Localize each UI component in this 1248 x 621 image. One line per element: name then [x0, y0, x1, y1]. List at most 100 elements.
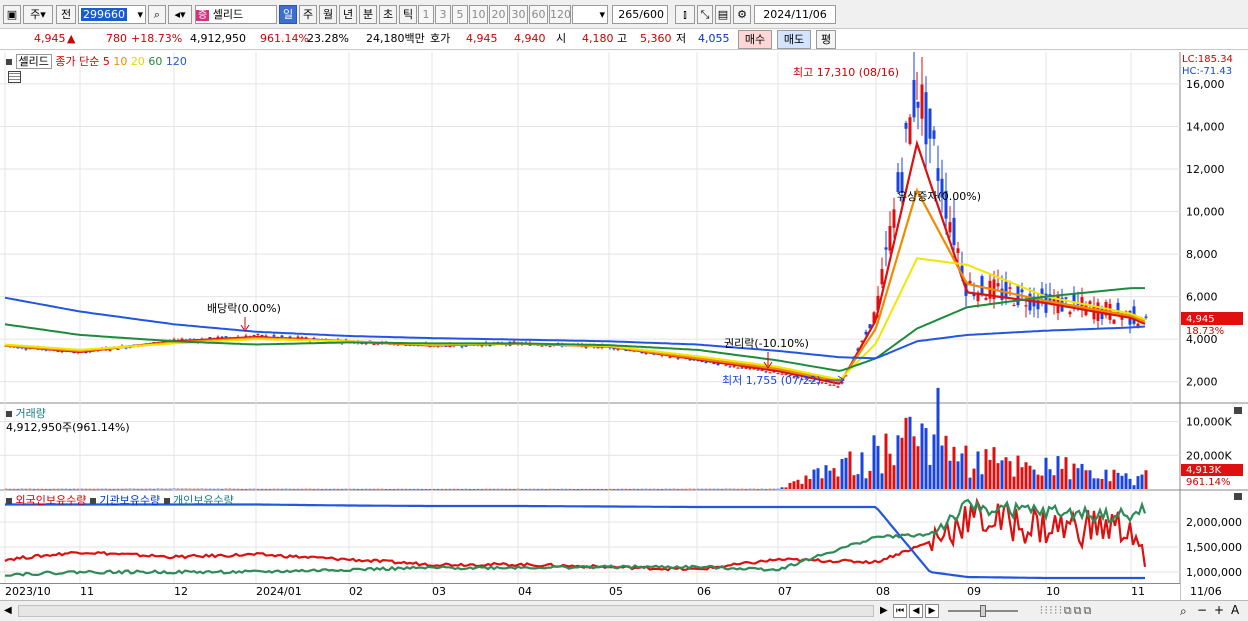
next-page-icon[interactable]: ▶ [925, 604, 939, 618]
volume-bar [636, 488, 640, 490]
count-input[interactable]: 265/600 [612, 5, 668, 24]
candle-body [892, 209, 896, 228]
volume-bar [656, 488, 660, 490]
volume-bar [952, 446, 956, 489]
volume-bar [188, 488, 192, 490]
minute-button-60[interactable]: 60 [529, 5, 548, 24]
volume-bar [1144, 470, 1148, 489]
holding-panel-close-icon[interactable] [1234, 493, 1242, 500]
toolbar-icons-group[interactable]: ⫶⫶⫶⫶⫶⧉⧉⧉ [1040, 604, 1093, 618]
prev-button[interactable]: 전 [56, 5, 76, 24]
volume-bar [60, 488, 64, 490]
candle-body [756, 369, 760, 371]
sound-icon[interactable]: ◂▾ [168, 5, 192, 24]
volume-bar [540, 488, 544, 490]
volume-bar [524, 488, 528, 490]
candle-body [824, 383, 828, 385]
candle-body [704, 361, 708, 363]
volume-bar [744, 488, 748, 490]
volume-bar [484, 488, 488, 490]
period-tab-4[interactable]: 분 [359, 5, 377, 24]
period-tab-3[interactable]: 년 [339, 5, 357, 24]
candle-body [884, 247, 888, 250]
volume-bar [764, 488, 768, 490]
period-tab-6[interactable]: 틱 [399, 5, 417, 24]
chart-canvas[interactable]: 2,0004,0006,0008,00010,00012,00014,00016… [0, 52, 1248, 600]
chart-type-icon[interactable]: ⫾ [675, 5, 695, 24]
volume-bar [808, 479, 812, 489]
candle-body [832, 384, 836, 386]
minute-button-120[interactable]: 120 [549, 5, 571, 24]
zoom-slider-thumb[interactable] [980, 605, 986, 617]
window-icon[interactable]: ▣ [3, 5, 21, 24]
volume-bar [448, 488, 452, 490]
scroll-right-icon[interactable]: ▶ [880, 605, 888, 616]
volume-bar [380, 488, 384, 490]
minute-button-10[interactable]: 10 [469, 5, 488, 24]
candle-body [288, 336, 292, 338]
volume-bar [1004, 457, 1008, 489]
volume-bar [892, 465, 896, 489]
dropdown-arrow-icon[interactable]: ▾ [137, 6, 143, 23]
legend-box-icon [6, 411, 12, 417]
period-tab-2[interactable]: 월 [319, 5, 337, 24]
period-tab-0[interactable]: 일 [279, 5, 297, 24]
minute-button-3[interactable]: 3 [435, 5, 451, 24]
volume-bar [308, 488, 312, 490]
draw-tool-icon[interactable]: ⤡ [697, 5, 713, 24]
save-icon[interactable]: ▤ [715, 5, 731, 24]
stock-code-input[interactable]: 299660 ▾ [78, 5, 146, 24]
minute-button-20[interactable]: 20 [489, 5, 508, 24]
volume-bar [800, 483, 804, 489]
volume-bar [884, 433, 888, 489]
legend-box-icon[interactable] [6, 59, 12, 65]
minute-button-30[interactable]: 30 [509, 5, 528, 24]
volume-panel-close-icon[interactable] [1234, 407, 1242, 414]
date-input[interactable]: 2024/11/06 [754, 5, 836, 24]
candle-body [880, 269, 884, 285]
period-tab-1[interactable]: 주 [299, 5, 317, 24]
period-tab-5[interactable]: 초 [379, 5, 397, 24]
zoom-icon[interactable]: ⌕ [1180, 604, 1187, 619]
market-select[interactable]: 주▾ [23, 5, 53, 24]
volume-bar [260, 488, 264, 490]
minute-input[interactable]: ▾ [572, 5, 608, 24]
volume-bar [108, 488, 112, 490]
scrollbar-track[interactable] [18, 605, 874, 617]
prev-page-icon[interactable]: ◀ [909, 604, 923, 618]
minute-button-1[interactable]: 1 [418, 5, 434, 24]
volume-bar [752, 488, 756, 490]
volume-bar [996, 463, 1000, 489]
volume-bar [360, 488, 364, 490]
minute-button-5[interactable]: 5 [452, 5, 468, 24]
volume-bar [156, 488, 160, 490]
settings-icon[interactable]: ⚙ [733, 5, 751, 24]
search-icon[interactable]: ⌕ [148, 5, 166, 24]
volume-bar [240, 488, 244, 490]
volume-bar [432, 488, 436, 490]
rights-annotation: 권리락(-10.10%) [724, 337, 809, 350]
volume-bar [816, 468, 820, 489]
volume-bar [404, 488, 408, 490]
volume-bar [200, 488, 204, 490]
volume-bar [516, 488, 520, 490]
eval-button[interactable]: 평 [816, 30, 836, 49]
buy-button[interactable]: 매수 [738, 30, 772, 49]
high-label: 고 [617, 32, 628, 45]
volume-bar [976, 451, 980, 489]
scroll-left-icon[interactable]: ◀ [4, 605, 12, 616]
zoom-in-icon[interactable]: + [1214, 603, 1224, 617]
stock-name-field[interactable]: 증 셀리드 [195, 5, 277, 24]
grid-toggle-icon[interactable] [8, 71, 21, 83]
volume-bar [1056, 456, 1060, 489]
stock-chart[interactable]: 2,000 4,000 6,000 8,000 10,000 12,000 14,000 16… [0, 52, 1248, 600]
zoom-out-icon[interactable]: − [1197, 603, 1207, 617]
candle-body [912, 80, 916, 118]
volume-bar [232, 488, 236, 490]
auto-scale-icon[interactable]: A [1231, 603, 1239, 617]
volume-bar [1088, 470, 1092, 489]
first-page-icon[interactable]: ⏮ [893, 604, 907, 618]
volume-bar [80, 488, 84, 490]
sell-button[interactable]: 매도 [777, 30, 811, 49]
x-tick-label: 11 [80, 585, 94, 598]
